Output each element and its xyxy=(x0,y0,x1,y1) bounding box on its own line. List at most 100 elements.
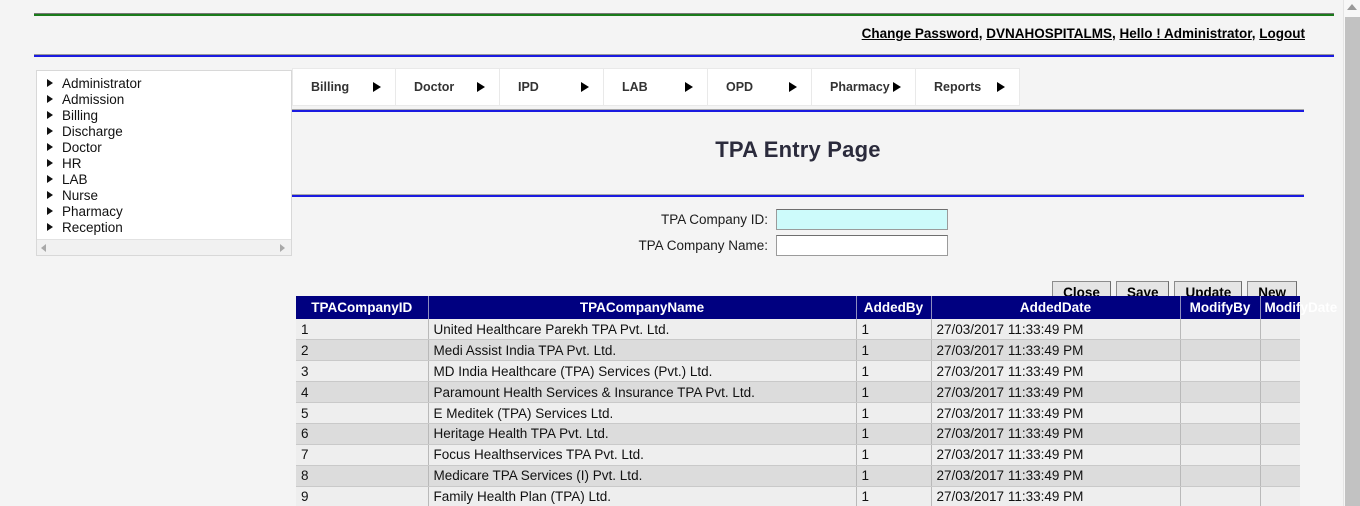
expand-arrow-icon xyxy=(47,191,53,199)
cell-id: 5 xyxy=(296,402,429,424)
nav-item-reports[interactable]: Reports xyxy=(916,68,1020,106)
user-greeting-link[interactable]: Hello ! Administrator xyxy=(1119,26,1251,41)
cell-added-date: 27/03/2017 11:33:49 PM xyxy=(931,402,1181,424)
scrollbar-thumb[interactable] xyxy=(1345,17,1360,506)
chevron-right-icon xyxy=(373,82,381,92)
logout-link[interactable]: Logout xyxy=(1259,26,1305,41)
sidebar-item-doctor[interactable]: Doctor xyxy=(37,139,291,155)
cell-modify-by xyxy=(1180,319,1261,341)
scroll-right-icon[interactable] xyxy=(280,244,285,252)
cell-id: 7 xyxy=(296,444,429,466)
company-name-input[interactable] xyxy=(776,235,948,256)
table-row[interactable]: 4 Paramount Health Services & Insurance … xyxy=(296,381,1300,404)
cell-name: Family Health Plan (TPA) Ltd. xyxy=(428,486,857,506)
cell-modify-date xyxy=(1260,423,1300,445)
cell-modify-by xyxy=(1180,465,1261,487)
chevron-right-icon xyxy=(789,82,797,92)
cell-id: 1 xyxy=(296,319,429,341)
page-root: Change Password, DVNAHOSPITALMS, Hello !… xyxy=(0,0,1360,506)
grid-header-row: TPACompanyID TPACompanyName AddedBy Adde… xyxy=(296,296,1337,319)
change-password-link[interactable]: Change Password xyxy=(862,26,979,41)
cell-added-date: 27/03/2017 11:33:49 PM xyxy=(931,465,1181,487)
expand-arrow-icon xyxy=(47,143,53,151)
cell-modify-by xyxy=(1180,360,1261,383)
sidebar-item-label: Reception xyxy=(62,219,123,235)
cell-added-date: 27/03/2017 11:33:49 PM xyxy=(931,381,1181,404)
cell-added-by: 1 xyxy=(856,465,932,487)
sidebar-tree-menu: Administrator Admission Billing Discharg… xyxy=(36,70,292,256)
column-header-modifydate[interactable]: ModifyDate xyxy=(1260,296,1337,319)
browser-vertical-scrollbar[interactable] xyxy=(1343,0,1360,506)
table-row[interactable]: 7 Focus Healthservices TPA Pvt. Ltd. 1 2… xyxy=(296,444,1300,466)
sidebar-item-pharmacy[interactable]: Pharmacy xyxy=(37,203,291,219)
nav-item-doctor[interactable]: Doctor xyxy=(396,68,500,106)
sidebar-item-hr[interactable]: HR xyxy=(37,155,291,171)
cell-modify-by xyxy=(1180,486,1261,506)
nav-item-label: Pharmacy xyxy=(830,80,890,94)
nav-item-pharmacy[interactable]: Pharmacy xyxy=(812,68,916,106)
column-header-addedby[interactable]: AddedBy xyxy=(856,296,932,319)
table-row[interactable]: 1 United Healthcare Parekh TPA Pvt. Ltd.… xyxy=(296,319,1300,341)
sidebar-item-label: Nurse xyxy=(62,187,99,203)
table-row[interactable]: 5 E Meditek (TPA) Services Ltd. 1 27/03/… xyxy=(296,402,1300,424)
scroll-up-icon[interactable] xyxy=(1347,4,1357,10)
cell-modify-date xyxy=(1260,465,1300,487)
cell-id: 8 xyxy=(296,465,429,487)
form-row-company-id: TPA Company ID: xyxy=(292,209,1304,230)
sidebar-item-billing[interactable]: Billing xyxy=(37,107,291,123)
cell-name: United Healthcare Parekh TPA Pvt. Ltd. xyxy=(428,319,857,341)
cell-added-by: 1 xyxy=(856,486,932,506)
column-header-addeddate[interactable]: AddedDate xyxy=(931,296,1181,319)
table-row[interactable]: 3 MD India Healthcare (TPA) Services (Pv… xyxy=(296,360,1300,383)
nav-item-ipd[interactable]: IPD xyxy=(500,68,604,106)
cell-name: Focus Healthservices TPA Pvt. Ltd. xyxy=(428,444,857,466)
table-row[interactable]: 9 Family Health Plan (TPA) Ltd. 1 27/03/… xyxy=(296,486,1300,506)
nav-item-billing[interactable]: Billing xyxy=(292,68,396,106)
nav-item-label: LAB xyxy=(622,80,648,94)
tpa-entry-form: TPA Company ID: TPA Company Name: xyxy=(292,197,1304,256)
cell-added-by: 1 xyxy=(856,402,932,424)
cell-added-date: 27/03/2017 11:33:49 PM xyxy=(931,360,1181,383)
chevron-right-icon xyxy=(685,82,693,92)
cell-name: Medicare TPA Services (I) Pvt. Ltd. xyxy=(428,465,857,487)
cell-id: 9 xyxy=(296,486,429,506)
cell-added-date: 27/03/2017 11:33:49 PM xyxy=(931,339,1181,362)
table-row[interactable]: 8 Medicare TPA Services (I) Pvt. Ltd. 1 … xyxy=(296,465,1300,487)
scroll-left-icon[interactable] xyxy=(41,244,46,252)
sidebar-item-lab[interactable]: LAB xyxy=(37,171,291,187)
cell-modify-by xyxy=(1180,402,1261,424)
expand-arrow-icon xyxy=(47,127,53,135)
expand-arrow-icon xyxy=(47,111,53,119)
sidebar-item-admission[interactable]: Admission xyxy=(37,91,291,107)
table-row[interactable]: 6 Heritage Health TPA Pvt. Ltd. 1 27/03/… xyxy=(296,423,1300,445)
org-link[interactable]: DVNAHOSPITALMS xyxy=(986,26,1112,41)
sidebar-item-nurse[interactable]: Nurse xyxy=(37,187,291,203)
sidebar-item-label: Administrator xyxy=(62,75,142,91)
main-nav: Billing Doctor IPD LAB OPD Pharmacy Repo… xyxy=(292,68,1304,106)
column-header-modifyby[interactable]: ModifyBy xyxy=(1180,296,1261,319)
cell-modify-date xyxy=(1260,486,1300,506)
cell-modify-by xyxy=(1180,423,1261,445)
expand-arrow-icon xyxy=(47,223,53,231)
sidebar-item-discharge[interactable]: Discharge xyxy=(37,123,291,139)
company-id-input[interactable] xyxy=(776,209,948,230)
nav-item-label: Reports xyxy=(934,80,982,94)
nav-item-opd[interactable]: OPD xyxy=(708,68,812,106)
nav-item-lab[interactable]: LAB xyxy=(604,68,708,106)
sidebar-list: Administrator Admission Billing Discharg… xyxy=(37,71,291,235)
table-row[interactable]: 2 Medi Assist India TPA Pvt. Ltd. 1 27/0… xyxy=(296,339,1300,362)
sidebar-horizontal-scrollbar[interactable] xyxy=(37,239,291,255)
sidebar-item-label: Discharge xyxy=(62,123,123,139)
sidebar-item-administrator[interactable]: Administrator xyxy=(37,75,291,91)
cell-id: 4 xyxy=(296,381,429,404)
cell-added-date: 27/03/2017 11:33:49 PM xyxy=(931,444,1181,466)
sidebar-item-reception[interactable]: Reception xyxy=(37,219,291,235)
chevron-right-icon xyxy=(997,82,1005,92)
grid-header: TPACompanyID TPACompanyName AddedBy Adde… xyxy=(296,296,1337,319)
form-row-company-name: TPA Company Name: xyxy=(292,235,1304,256)
column-header-tpacompanyname[interactable]: TPACompanyName xyxy=(428,296,857,319)
sidebar-item-label: LAB xyxy=(62,171,88,187)
column-header-tpacompanyid[interactable]: TPACompanyID xyxy=(296,296,429,319)
cell-modify-by xyxy=(1180,381,1261,404)
cell-added-by: 1 xyxy=(856,360,932,383)
